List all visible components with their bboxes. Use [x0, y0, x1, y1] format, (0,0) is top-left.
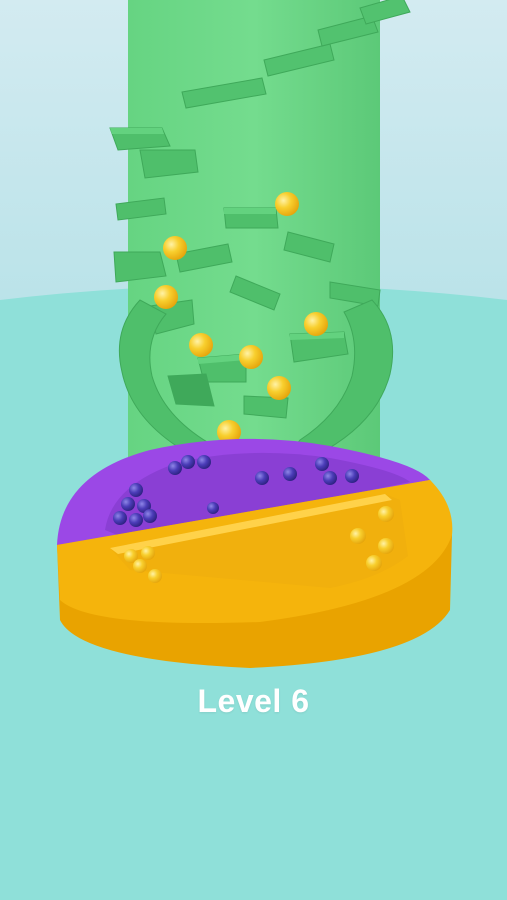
blue-ball-icon: [315, 457, 329, 471]
blue-ball-icon: [113, 511, 127, 525]
gold-ball-icon: [133, 559, 147, 573]
gold-ball-icon: [141, 546, 155, 560]
gold-ball-icon: [378, 538, 394, 554]
gold-ball-icon: [378, 506, 394, 522]
gold-ball-icon: [154, 285, 178, 309]
level-label: Level 6: [197, 683, 310, 719]
blue-ball-icon: [129, 513, 143, 527]
gold-ball-icon: [148, 569, 162, 583]
blue-ball-icon: [323, 471, 337, 485]
game-screen[interactable]: Level 6: [0, 0, 507, 900]
blue-ball-icon: [181, 455, 195, 469]
gold-ball-icon: [275, 192, 299, 216]
blue-ball-icon: [255, 471, 269, 485]
gold-ball-icon: [189, 333, 213, 357]
gold-ball-icon: [239, 345, 263, 369]
blue-ball-icon: [345, 469, 359, 483]
blue-ball-icon: [143, 509, 157, 523]
blue-ball-icon: [168, 461, 182, 475]
blue-ball-icon: [197, 455, 211, 469]
blue-ball-icon: [207, 502, 219, 514]
game-scene[interactable]: [0, 0, 507, 900]
blue-ball-icon: [283, 467, 297, 481]
gold-ball-icon: [350, 528, 366, 544]
gold-ball-icon: [163, 236, 187, 260]
gold-ball-icon: [366, 555, 382, 571]
gold-ball-icon: [267, 376, 291, 400]
gold-ball-icon: [304, 312, 328, 336]
blue-ball-icon: [121, 497, 135, 511]
blue-ball-icon: [129, 483, 143, 497]
